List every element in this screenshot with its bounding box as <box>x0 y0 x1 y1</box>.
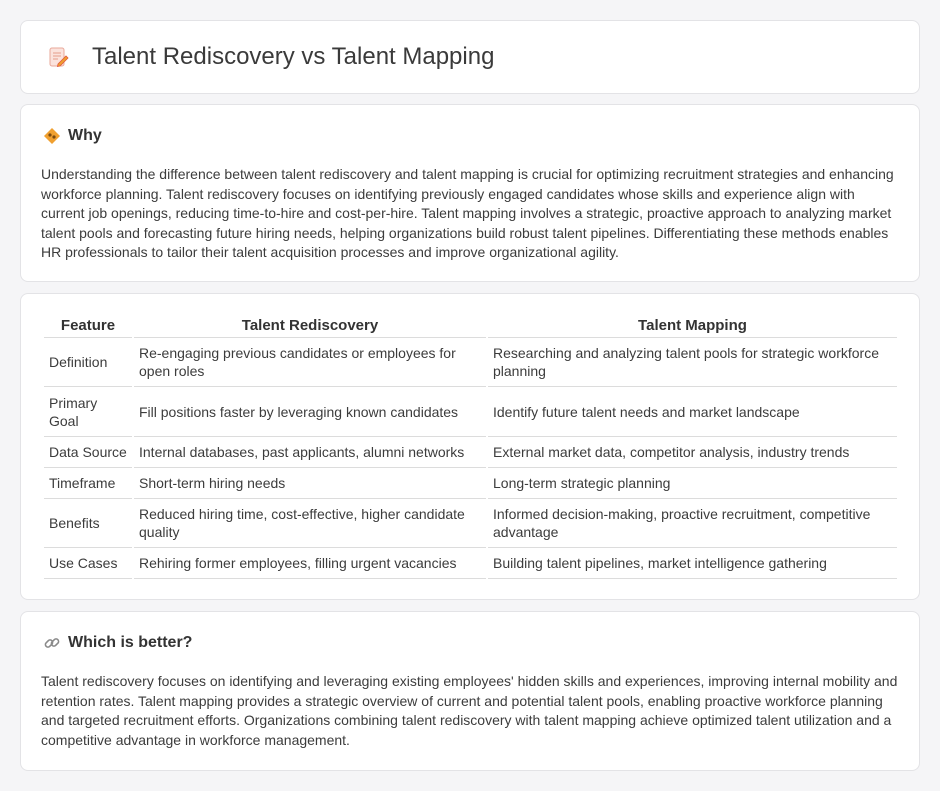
diamond-sign-icon <box>43 127 61 145</box>
mapping-cell: Researching and analyzing talent pools f… <box>488 338 897 387</box>
rediscovery-cell: Re-engaging previous candidates or emplo… <box>134 338 486 387</box>
table-row: Timeframe Short-term hiring needs Long-t… <box>44 468 897 499</box>
feature-cell: Timeframe <box>44 468 132 499</box>
better-body: Talent rediscovery focuses on identifyin… <box>41 673 898 748</box>
page-title: Talent Rediscovery vs Talent Mapping <box>92 43 495 70</box>
mapping-cell: Long-term strategic planning <box>488 468 897 499</box>
better-heading: Which is better? <box>68 634 193 651</box>
header-feature: Feature <box>44 314 132 338</box>
comparison-table: Feature Talent Rediscovery Talent Mappin… <box>42 314 899 579</box>
header-talent-mapping: Talent Mapping <box>488 314 897 338</box>
document-pencil-icon <box>47 45 71 69</box>
table-row: Benefits Reduced hiring time, cost-effec… <box>44 499 897 548</box>
rediscovery-cell: Reduced hiring time, cost-effective, hig… <box>134 499 486 548</box>
why-heading: Why <box>68 127 102 144</box>
feature-cell: Data Source <box>44 437 132 468</box>
why-body: Understanding the difference between tal… <box>41 166 894 260</box>
table-row: Primary Goal Fill positions faster by le… <box>44 387 897 437</box>
comparison-section: Feature Talent Rediscovery Talent Mappin… <box>20 293 920 600</box>
mapping-cell: Building talent pipelines, market intell… <box>488 548 897 579</box>
rediscovery-cell: Rehiring former employees, filling urgen… <box>134 548 486 579</box>
header-talent-rediscovery: Talent Rediscovery <box>134 314 486 338</box>
feature-cell: Definition <box>44 338 132 387</box>
mapping-cell: External market data, competitor analysi… <box>488 437 897 468</box>
mapping-cell: Informed decision-making, proactive recr… <box>488 499 897 548</box>
table-row: Data Source Internal databases, past app… <box>44 437 897 468</box>
which-is-better-section: Which is better? Talent rediscovery focu… <box>20 611 920 771</box>
feature-cell: Use Cases <box>44 548 132 579</box>
table-header-row: Feature Talent Rediscovery Talent Mappin… <box>44 314 897 338</box>
table-row: Use Cases Rehiring former employees, fil… <box>44 548 897 579</box>
rediscovery-cell: Internal databases, past applicants, alu… <box>134 437 486 468</box>
feature-cell: Benefits <box>44 499 132 548</box>
link-icon <box>43 634 61 652</box>
rediscovery-cell: Fill positions faster by leveraging know… <box>134 387 486 437</box>
feature-cell: Primary Goal <box>44 387 132 437</box>
rediscovery-cell: Short-term hiring needs <box>134 468 486 499</box>
why-section: Why Understanding the difference between… <box>20 104 920 282</box>
title-card: Talent Rediscovery vs Talent Mapping <box>20 20 920 94</box>
table-row: Definition Re-engaging previous candidat… <box>44 338 897 387</box>
mapping-cell: Identify future talent needs and market … <box>488 387 897 437</box>
